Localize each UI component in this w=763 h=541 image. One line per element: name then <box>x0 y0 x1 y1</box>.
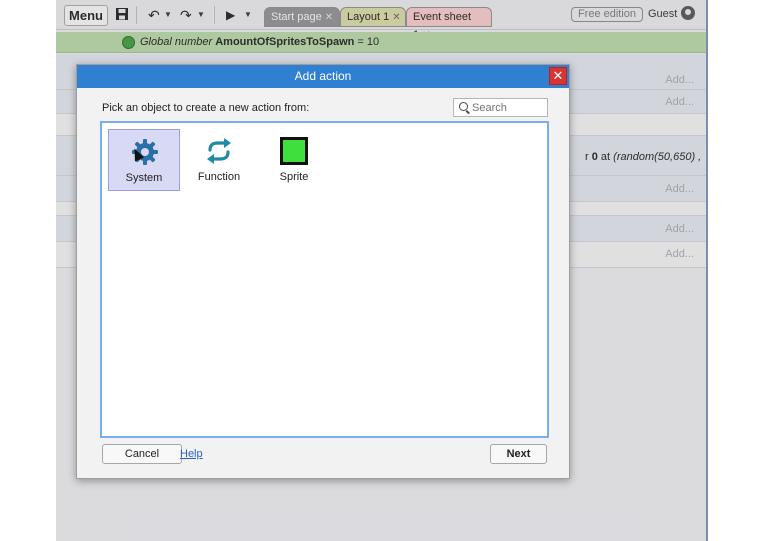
function-arrows-icon <box>205 137 233 165</box>
object-label: Sprite <box>279 171 309 183</box>
dialog-prompt: Pick an object to create a new action fr… <box>102 102 310 114</box>
window-edge <box>706 0 708 541</box>
sprite-icon <box>280 137 308 165</box>
search-icon <box>459 102 468 111</box>
add-action-dialog: Add action ✕ Pick an object to create a … <box>76 64 570 479</box>
object-function[interactable]: Function <box>183 129 255 191</box>
close-dialog-button[interactable]: ✕ <box>549 67 567 85</box>
right-margin <box>706 0 763 541</box>
object-system[interactable]: System <box>108 129 180 191</box>
help-link[interactable]: Help <box>180 448 203 460</box>
object-sprite[interactable]: Sprite <box>258 129 330 191</box>
object-label: Function <box>197 171 241 183</box>
dialog-title: Add action <box>77 65 569 88</box>
object-type-list[interactable]: System Function Sprite <box>100 121 549 438</box>
cancel-button[interactable]: Cancel <box>102 444 182 464</box>
object-label: System <box>125 172 163 184</box>
next-button[interactable]: Next <box>490 444 547 464</box>
